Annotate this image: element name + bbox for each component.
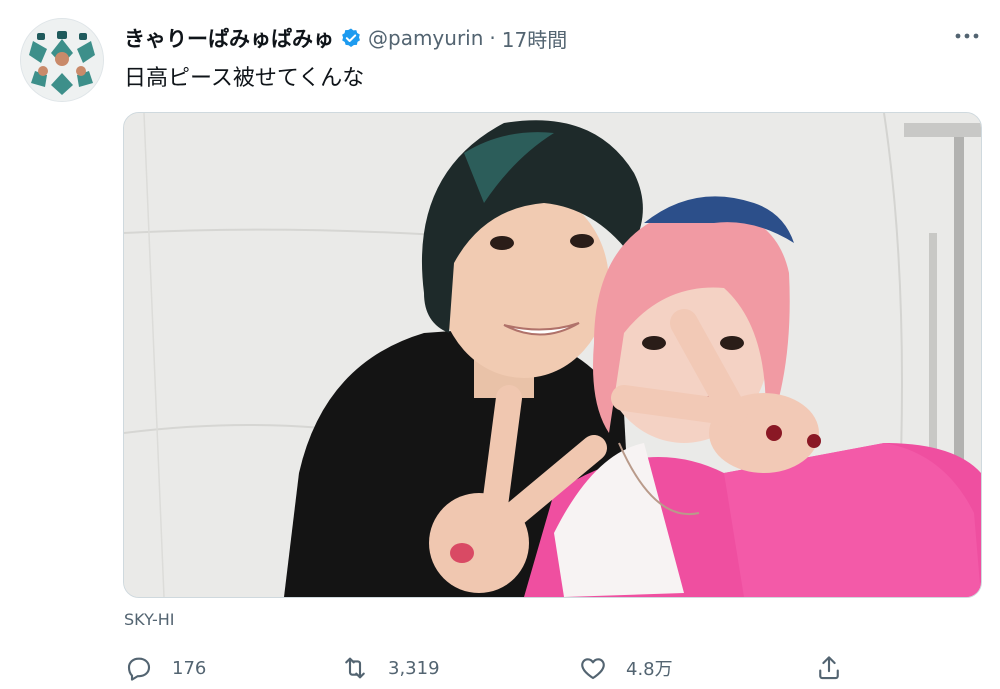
verified-badge-icon <box>340 27 362 49</box>
reply-count: 176 <box>172 657 207 679</box>
separator-dot: · <box>489 26 496 50</box>
more-options-icon[interactable] <box>950 22 984 50</box>
share-icon <box>819 656 839 680</box>
heart-icon <box>581 658 605 680</box>
tweet-header: きゃりーぱみゅぱみゅ @pamyurin · 17時間 <box>124 22 567 54</box>
tweet-actions: 176 3,319 4.8万 <box>0 650 1000 686</box>
reply-button[interactable]: 176 <box>124 650 206 686</box>
reply-icon <box>127 657 151 681</box>
media-caption[interactable]: SKY-HI <box>124 610 174 629</box>
tweet-text: 日高ピース被せてくんな <box>124 66 365 91</box>
share-button[interactable] <box>814 650 862 686</box>
avatar[interactable] <box>20 18 104 102</box>
retweet-count: 3,319 <box>388 657 440 679</box>
retweet-button[interactable]: 3,319 <box>340 650 440 686</box>
like-count: 4.8万 <box>626 659 673 680</box>
display-name[interactable]: きゃりーぱみゅぱみゅ <box>124 23 334 53</box>
like-button[interactable]: 4.8万 <box>578 650 673 686</box>
tweet-photo[interactable] <box>123 112 982 598</box>
retweet-icon <box>345 657 365 679</box>
tweet-timestamp[interactable]: 17時間 <box>502 24 567 53</box>
user-handle[interactable]: @pamyurin <box>368 26 483 50</box>
